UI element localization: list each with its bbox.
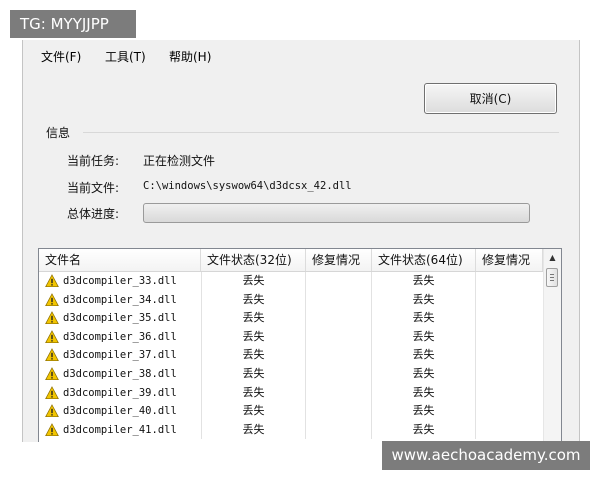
column-header-status32[interactable]: 文件状态(32位) bbox=[201, 249, 306, 271]
current-task-label: 当前任务: bbox=[67, 154, 120, 168]
watermark-top-left: TG: MYYJJPP bbox=[10, 10, 136, 38]
status64-cell: 丢失 bbox=[372, 383, 476, 403]
table-row[interactable]: d3dcompiler_38.dll 丢失 丢失 bbox=[39, 364, 543, 384]
status64-cell: 丢失 bbox=[372, 364, 476, 384]
scroll-up-arrow-icon[interactable]: ▲ bbox=[544, 249, 561, 266]
file-name-cell: d3dcompiler_33.dll bbox=[63, 275, 177, 287]
status32-cell: 丢失 bbox=[201, 290, 306, 310]
column-header-repair64[interactable]: 修复情况 bbox=[476, 249, 543, 271]
repair32-cell bbox=[306, 327, 372, 347]
table-row[interactable]: d3dcompiler_41.dll 丢失 丢失 bbox=[39, 420, 543, 440]
group-divider bbox=[83, 132, 559, 133]
repair64-cell bbox=[476, 346, 543, 365]
status64-cell: 丢失 bbox=[372, 346, 476, 365]
status64-cell: 丢失 bbox=[372, 327, 476, 347]
status64-cell: 丢失 bbox=[372, 290, 476, 310]
repair32-cell bbox=[306, 402, 372, 421]
table-row[interactable]: d3dcompiler_37.dll 丢失 丢失 bbox=[39, 346, 543, 365]
column-header-repair32[interactable]: 修复情况 bbox=[306, 249, 372, 271]
status32-cell: 丢失 bbox=[201, 402, 306, 421]
repair32-cell bbox=[306, 364, 372, 384]
file-name-cell: d3dcompiler_37.dll bbox=[63, 349, 177, 362]
repair64-cell bbox=[476, 328, 543, 347]
table-row[interactable]: d3dcompiler_35.dll 丢失 丢失 bbox=[39, 309, 543, 328]
status64-cell: 丢失 bbox=[372, 402, 476, 421]
status32-cell: 丢失 bbox=[201, 346, 306, 365]
vertical-scrollbar[interactable]: ▲ bbox=[543, 249, 561, 442]
info-group-title: 信息 bbox=[46, 126, 71, 140]
repair64-cell bbox=[476, 421, 543, 440]
menu-bar: 文件(F) 工具(T) 帮助(H) bbox=[23, 40, 579, 74]
status64-cell: 丢失 bbox=[372, 272, 476, 291]
table-row[interactable]: d3dcompiler_39.dll 丢失 丢失 bbox=[39, 383, 543, 403]
repair-tool-window: 文件(F) 工具(T) 帮助(H) 取消(C) 信息 当前任务: 正在检测文件 … bbox=[22, 40, 580, 442]
status64-cell: 丢失 bbox=[372, 309, 476, 328]
file-list[interactable]: 文件名 文件状态(32位) 修复情况 文件状态(64位) 修复情况 d3dcom… bbox=[38, 248, 562, 442]
menu-help[interactable]: 帮助(H) bbox=[169, 48, 211, 65]
file-name-cell: d3dcompiler_39.dll bbox=[63, 386, 177, 399]
table-row[interactable]: d3dcompiler_36.dll 丢失 丢失 bbox=[39, 327, 543, 347]
repair64-cell bbox=[476, 272, 543, 291]
menu-file[interactable]: 文件(F) bbox=[41, 48, 81, 65]
file-name-cell: d3dcompiler_34.dll bbox=[63, 293, 177, 306]
file-name-cell: d3dcompiler_35.dll bbox=[63, 312, 177, 325]
status32-cell: 丢失 bbox=[201, 420, 306, 440]
list-header: 文件名 文件状态(32位) 修复情况 文件状态(64位) 修复情况 bbox=[39, 249, 543, 272]
current-file-label: 当前文件: bbox=[67, 181, 120, 195]
current-file-value: C:\windows\syswow64\d3dcsx_42.dll bbox=[143, 180, 352, 192]
table-row[interactable]: d3dcompiler_34.dll 丢失 丢失 bbox=[39, 290, 543, 310]
repair32-cell bbox=[306, 346, 372, 365]
repair64-cell bbox=[476, 384, 543, 403]
cancel-button[interactable]: 取消(C) bbox=[424, 83, 557, 114]
repair32-cell bbox=[306, 383, 372, 403]
watermark-bottom-right: www.aechoacademy.com bbox=[382, 441, 590, 470]
table-row[interactable]: d3dcompiler_40.dll 丢失 丢失 bbox=[39, 402, 543, 421]
column-header-status64[interactable]: 文件状态(64位) bbox=[372, 249, 476, 271]
status32-cell: 丢失 bbox=[201, 309, 306, 328]
repair64-cell bbox=[476, 365, 543, 384]
repair64-cell bbox=[476, 291, 543, 310]
overall-progress-bar bbox=[143, 203, 530, 223]
table-row[interactable]: d3dcompiler_33.dll 丢失 丢失 bbox=[39, 272, 543, 291]
file-name-cell: d3dcompiler_40.dll bbox=[63, 405, 177, 418]
status64-cell: 丢失 bbox=[372, 420, 476, 440]
column-header-filename[interactable]: 文件名 bbox=[39, 249, 201, 271]
file-rows: d3dcompiler_33.dll 丢失 丢失 d3dcompiler_34.dll… bbox=[39, 272, 543, 440]
file-name-cell: d3dcompiler_36.dll bbox=[63, 330, 177, 343]
repair32-cell bbox=[306, 272, 372, 291]
repair32-cell bbox=[306, 290, 372, 310]
menu-tools[interactable]: 工具(T) bbox=[105, 48, 146, 65]
repair64-cell bbox=[476, 402, 543, 421]
repair64-cell bbox=[476, 309, 543, 328]
file-name-cell: d3dcompiler_38.dll bbox=[63, 367, 177, 380]
status32-cell: 丢失 bbox=[201, 272, 306, 291]
repair32-cell bbox=[306, 420, 372, 440]
repair32-cell bbox=[306, 309, 372, 328]
file-name-cell: d3dcompiler_41.dll bbox=[63, 423, 177, 436]
scrollbar-thumb[interactable] bbox=[546, 268, 558, 287]
status32-cell: 丢失 bbox=[201, 383, 306, 403]
status32-cell: 丢失 bbox=[201, 327, 306, 347]
current-task-value: 正在检测文件 bbox=[143, 154, 216, 168]
progress-label: 总体进度: bbox=[67, 207, 120, 221]
status32-cell: 丢失 bbox=[201, 364, 306, 384]
